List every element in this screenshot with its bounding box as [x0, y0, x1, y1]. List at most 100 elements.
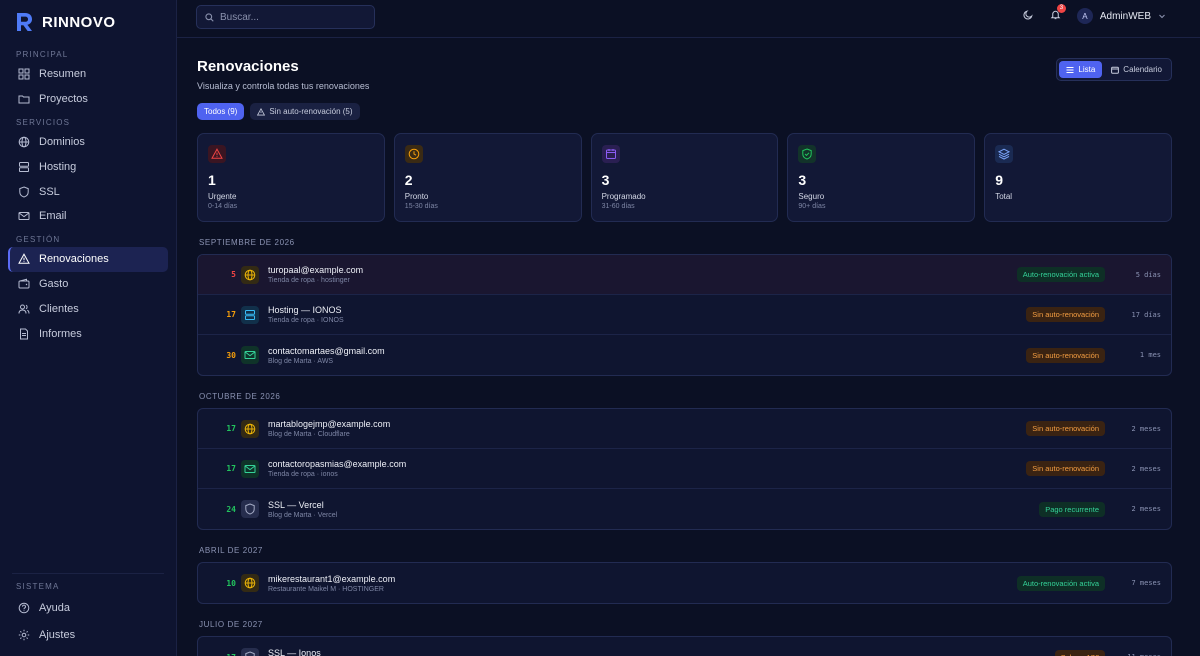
renewal-group: 5 turopaal@example.com Tienda de ropa · …	[197, 254, 1172, 376]
alert-icon	[257, 107, 266, 115]
renewal-title: SSL — Ionos	[268, 647, 321, 656]
stat-value: 3	[798, 172, 807, 188]
brand[interactable]: RINNOVO	[0, 0, 176, 44]
renewal-subtitle: Tienda de ropa · IONOS	[268, 317, 344, 324]
renewal-time-left: 7 meses	[1131, 579, 1161, 587]
stat-range: 0-14 días	[208, 203, 238, 210]
status-badge: Sin auto-renovación	[1026, 461, 1105, 476]
section-label-gestion: GESTIÓN	[16, 234, 61, 244]
stat-range: 15-30 días	[404, 203, 438, 210]
renewal-info: turopaal@example.com Tienda de ropa · ho…	[268, 265, 363, 284]
filter-no-auto-button[interactable]: Sin auto-renovación (5)	[250, 103, 360, 120]
shield-check-icon	[798, 145, 817, 163]
sidebar-item-label: Resumen	[39, 68, 87, 81]
sidebar-item-dominios[interactable]: Dominios	[8, 130, 168, 155]
search-icon	[205, 12, 214, 22]
sidebar-item-ayuda[interactable]: Ayuda	[8, 594, 168, 621]
stat-card-pronto[interactable]: 2 Pronto 15-30 días	[393, 133, 582, 222]
status-badge: Auto-renovación activa	[1016, 267, 1105, 282]
stat-value: 9	[995, 172, 1003, 188]
status-badge: Auto-renovación activa	[1016, 575, 1105, 591]
status-badge: Sin auto-renovación	[1026, 307, 1105, 322]
moon-icon	[1023, 10, 1033, 20]
shield-icon	[18, 186, 30, 198]
sidebar-item-gasto[interactable]: Gasto	[8, 272, 168, 297]
view-list-button[interactable]: Lista	[1059, 61, 1103, 78]
renewal-day: 17	[226, 464, 236, 473]
search-input[interactable]	[220, 11, 360, 23]
renewal-time-left: 5 días	[1135, 270, 1161, 279]
shield-icon	[241, 648, 259, 656]
section-label-principal: PRINCIPAL	[16, 50, 69, 59]
renewal-day: 17	[198, 653, 236, 656]
status-badge: Sube a 17€	[1054, 649, 1105, 656]
sidebar-item-ajustes[interactable]: Ajustes	[8, 621, 168, 648]
renewal-time-left: 1 mes	[1139, 351, 1161, 359]
user-menu[interactable]: A AdminWEB	[1076, 8, 1166, 24]
status-badge: Sin auto-renovación	[1026, 421, 1105, 436]
sidebar-item-resumen[interactable]: Resumen	[8, 62, 168, 87]
dashboard-icon	[18, 68, 30, 80]
sidebar-item-label: Clientes	[39, 302, 79, 315]
sidebar-item-proyectos[interactable]: Proyectos	[8, 87, 168, 112]
sidebar-item-hosting[interactable]: Hosting	[8, 154, 168, 179]
stat-value: 1	[208, 172, 216, 188]
renewal-row[interactable]: 30 contactomartaes@gmail.com Blog de Mar…	[198, 335, 1171, 375]
renewal-row[interactable]: 17 SSL — Ionos Restaurante Maikel M · io…	[198, 637, 1171, 656]
sidebar-item-label: Dominios	[39, 135, 85, 148]
folder-icon	[18, 93, 30, 105]
renewal-row[interactable]: 5 turopaal@example.com Tienda de ropa · …	[198, 255, 1171, 295]
stat-card-programado[interactable]: 3 Programado 31-60 días	[590, 133, 779, 222]
renewal-row[interactable]: 10 mikerestaurant1@example.com Restauran…	[198, 563, 1171, 603]
stat-card-total[interactable]: 9 Total	[984, 133, 1172, 222]
mail-icon	[241, 459, 259, 478]
clock-icon	[404, 145, 423, 163]
stat-value: 2	[404, 172, 413, 188]
renewal-title: turopaal@example.com	[268, 265, 364, 275]
chevron-down-icon	[1159, 14, 1165, 19]
renewal-row[interactable]: 17 martablogejmp@example.com Blog de Mar…	[198, 409, 1171, 449]
month-label: OCTUBRE DE 2026	[199, 392, 281, 401]
theme-toggle[interactable]	[1023, 9, 1034, 23]
filter-all-button[interactable]: Todos (9)	[197, 103, 245, 120]
renewal-info: Hosting — IONOS Tienda de ropa · IONOS	[268, 305, 344, 324]
renewal-subtitle: Blog de Marta · Vercel	[268, 511, 338, 519]
sidebar-item-label: Email	[39, 210, 67, 223]
renewal-time-left: 2 meses	[1131, 505, 1161, 513]
sidebar-item-renovaciones[interactable]: Renovaciones	[8, 246, 168, 272]
sidebar-item-informes[interactable]: Informes	[8, 321, 168, 346]
notifications-button[interactable]: 3	[1050, 4, 1066, 23]
sidebar-item-email[interactable]: Email	[8, 204, 168, 229]
globe-icon	[18, 136, 30, 148]
stat-card-seguro[interactable]: 3 Seguro 90+ días	[787, 133, 976, 222]
list-icon	[1066, 66, 1074, 73]
sidebar-item-label: Ayuda	[39, 601, 70, 614]
month-label: SEPTIEMBRE DE 2026	[199, 238, 295, 247]
status-badge: Pago recurrente	[1039, 501, 1105, 517]
renewal-row[interactable]: 17 contactoropasmias@example.com Tienda …	[198, 449, 1171, 489]
renewal-time-left: 2 meses	[1131, 464, 1161, 473]
search-box[interactable]	[196, 5, 375, 29]
renewal-time-left: 2 meses	[1131, 424, 1161, 433]
sidebar-item-label: Proyectos	[39, 93, 88, 106]
renewal-subtitle: Tienda de ropa · ionos	[268, 471, 338, 478]
renewal-title: mikerestaurant1@example.com	[268, 573, 396, 584]
renewal-title: Hosting — IONOS	[268, 305, 342, 315]
alert-icon	[208, 145, 226, 163]
layers-icon	[995, 145, 1014, 163]
sidebar-item-clientes[interactable]: Clientes	[8, 296, 168, 321]
sidebar-nav: PRINCIPAL Resumen Proyectos SERVICIOS Do…	[0, 48, 176, 346]
main-content: Renovaciones Visualiza y controla todas …	[197, 58, 1172, 656]
page-header: Renovaciones Visualiza y controla todas …	[197, 58, 1172, 91]
sidebar-item-ssl[interactable]: SSL	[8, 179, 168, 204]
stat-card-urgente[interactable]: 1 Urgente 0-14 días	[197, 133, 385, 222]
sidebar-divider	[12, 573, 164, 574]
month-label: ABRIL DE 2027	[199, 546, 263, 555]
renewal-row[interactable]: 24 SSL — Vercel Blog de Marta · Vercel P…	[198, 489, 1171, 529]
globe-icon	[241, 419, 259, 438]
calendar-icon	[601, 145, 620, 163]
section-label-servicios: SERVICIOS	[16, 117, 71, 127]
view-calendar-button[interactable]: Calendario	[1104, 61, 1169, 78]
sidebar-item-label: Gasto	[39, 277, 69, 290]
renewal-row[interactable]: 17 Hosting — IONOS Tienda de ropa · IONO…	[198, 295, 1171, 335]
